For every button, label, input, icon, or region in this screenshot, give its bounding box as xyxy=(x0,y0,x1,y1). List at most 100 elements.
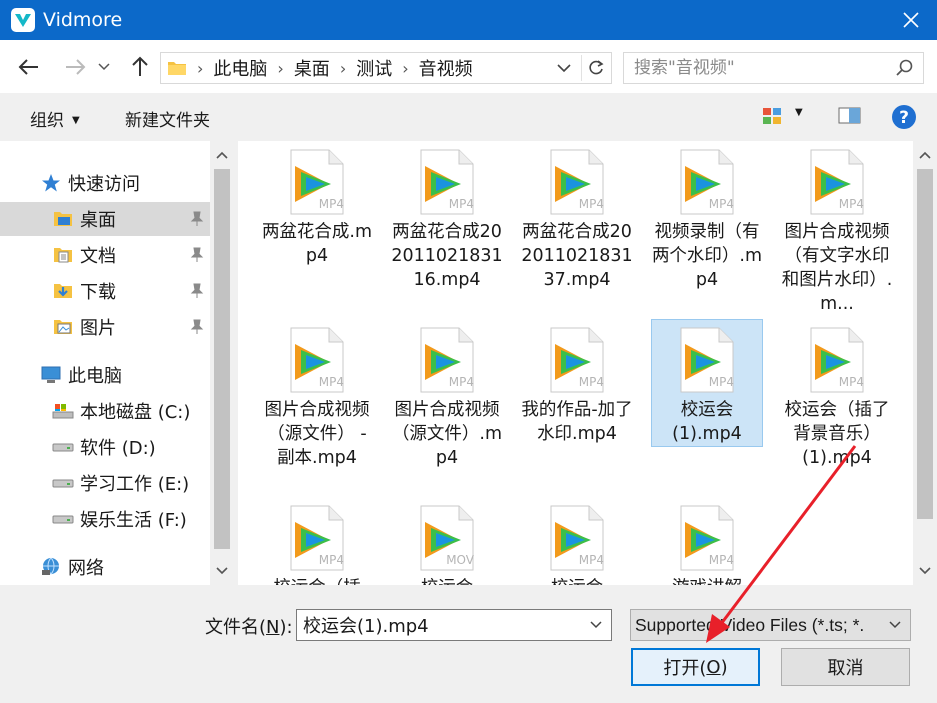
chevron-down-icon xyxy=(98,63,110,71)
file-type-select[interactable]: Supported Video Files (*.ts; *. xyxy=(630,609,911,641)
video-file-icon: MP4 xyxy=(677,504,737,572)
filename-value: 校运会(1).mp4 xyxy=(303,616,429,637)
file-name: 我的作品-加了水印.mp4 xyxy=(521,400,633,444)
cancel-label: 取消 xyxy=(827,658,864,679)
nav-drive-e[interactable]: 学习工作 (E:) xyxy=(0,466,210,500)
network-icon xyxy=(40,557,62,577)
file-name: 游戏讲解 xyxy=(651,576,763,585)
nav-drive-f[interactable]: 娱乐生活 (F:) xyxy=(0,502,210,536)
preview-pane-icon xyxy=(838,107,861,124)
change-view-button[interactable] xyxy=(762,106,784,130)
chevron-down-icon[interactable] xyxy=(585,614,607,636)
nav-desktop[interactable]: 桌面 xyxy=(0,202,210,236)
crumb-test[interactable]: 测试 xyxy=(356,55,392,81)
refresh-button[interactable] xyxy=(581,55,609,81)
view-tiles-icon xyxy=(763,108,781,124)
downloads-folder-icon xyxy=(52,281,74,301)
file-item[interactable]: MP4 图片合成视频（有文字水印和图片水印）.m... xyxy=(781,144,893,316)
nav-drive-d[interactable]: 软件 (D:) xyxy=(0,430,210,464)
file-type-badge: MP4 xyxy=(708,197,734,211)
nav-scrollbar[interactable] xyxy=(210,141,234,585)
file-item[interactable]: MP4 图片合成视频（源文件） - 副本.mp4 xyxy=(261,322,373,470)
open-label-end: ) xyxy=(720,656,728,678)
scrollbar-thumb[interactable] xyxy=(917,169,933,519)
scroll-down-icon[interactable] xyxy=(913,560,937,582)
open-button[interactable]: 打开(O) xyxy=(631,648,760,686)
navigation-pane: 快速访问 桌面 文档 下载 图片 此电脑 本地磁盘 (C:) 软件 (D:) 学… xyxy=(0,141,234,585)
file-name: 图片合成视频（源文件） - 副本.mp4 xyxy=(264,400,370,468)
nav-drive-c[interactable]: 本地磁盘 (C:) xyxy=(0,394,210,428)
file-name: 两盆花合成20201102183137.mp4 xyxy=(521,222,633,290)
desktop-folder-icon xyxy=(52,209,74,229)
file-item[interactable]: MP4 我的作品-加了水印.mp4 xyxy=(521,322,633,446)
help-button[interactable]: ? xyxy=(891,104,917,134)
search-box[interactable] xyxy=(623,52,924,84)
drive-icon xyxy=(52,473,74,493)
filename-field[interactable]: 校运会(1).mp4 xyxy=(296,609,612,641)
file-item[interactable]: MP4 图片合成视频（源文件）.mp4 xyxy=(391,322,503,470)
file-item[interactable]: MOV 校运会 xyxy=(391,500,503,585)
address-history-button[interactable] xyxy=(551,55,577,81)
file-item[interactable]: MP4 校运会（插了背景音乐）(1).mp4 xyxy=(781,322,893,470)
file-item-selected[interactable]: MP4 校运会(1).mp4 xyxy=(651,319,763,447)
nav-this-pc[interactable]: 此电脑 xyxy=(0,358,210,392)
crumb-audio-video[interactable]: 音视频 xyxy=(419,55,473,81)
scroll-up-icon[interactable] xyxy=(913,144,937,166)
file-type-badge: MP4 xyxy=(708,375,734,389)
file-item[interactable]: MP4 两盆花合成20201102183116.mp4 xyxy=(391,144,503,292)
file-item[interactable]: MP4 校运会（插 xyxy=(261,500,373,585)
filename-label: 文件名(N): xyxy=(205,613,293,639)
preview-pane-button[interactable] xyxy=(838,106,862,130)
file-name: 视频录制（有两个水印）.mp4 xyxy=(651,222,763,290)
scroll-down-icon[interactable] xyxy=(210,560,234,582)
scrollbar-thumb[interactable] xyxy=(214,169,230,549)
nav-documents[interactable]: 文档 xyxy=(0,238,210,272)
file-list-scrollbar[interactable] xyxy=(913,141,937,585)
scroll-up-icon[interactable] xyxy=(210,144,234,166)
address-bar[interactable]: › 此电脑 › 桌面 › 测试 › 音视频 xyxy=(160,52,612,84)
nav-label: 图片 xyxy=(80,318,116,339)
file-item[interactable]: MP4 两盆花合成20201102183137.mp4 xyxy=(521,144,633,292)
close-icon xyxy=(903,12,919,28)
nav-label: 娱乐生活 (F:) xyxy=(80,510,187,531)
video-file-icon: MP4 xyxy=(417,148,477,216)
nav-downloads[interactable]: 下载 xyxy=(0,274,210,308)
chevron-down-icon xyxy=(557,63,571,72)
documents-folder-icon xyxy=(52,245,74,265)
file-type-badge: MP4 xyxy=(318,375,344,389)
crumb-separator: › xyxy=(339,58,347,78)
pictures-folder-icon xyxy=(52,317,74,337)
nav-label: 下载 xyxy=(80,282,116,303)
drive-icon xyxy=(52,509,74,529)
nav-label: 学习工作 (E:) xyxy=(80,474,190,495)
nav-network[interactable]: 网络 xyxy=(0,550,210,584)
search-input[interactable] xyxy=(624,58,884,78)
file-item[interactable]: MP4 视频录制（有两个水印）.mp4 xyxy=(651,144,763,292)
file-type-badge: MP4 xyxy=(318,197,344,211)
video-file-icon: MP4 xyxy=(287,326,347,394)
file-item[interactable]: MP4 游戏讲解 xyxy=(651,500,763,585)
chevron-down-icon[interactable] xyxy=(884,614,906,636)
new-folder-button[interactable]: 新建文件夹 xyxy=(125,106,210,131)
recent-locations-button[interactable] xyxy=(94,52,114,82)
crumb-desktop[interactable]: 桌面 xyxy=(294,55,330,81)
up-button[interactable] xyxy=(125,52,155,82)
crumb-this-pc[interactable]: 此电脑 xyxy=(213,55,267,81)
back-button[interactable] xyxy=(14,52,44,82)
open-accesskey: O xyxy=(706,656,721,678)
file-name: 校运会（插了背景音乐）(1).mp4 xyxy=(784,400,890,468)
file-name: 图片合成视频（源文件）.mp4 xyxy=(391,400,503,468)
file-item[interactable]: MP4 校运会 xyxy=(521,500,633,585)
close-button[interactable] xyxy=(897,6,925,34)
file-item[interactable]: MP4 两盆花合成.mp4 xyxy=(261,144,373,268)
view-options-caret-icon[interactable]: ▼ xyxy=(795,107,803,118)
address-row: › 此电脑 › 桌面 › 测试 › 音视频 xyxy=(0,40,937,93)
svg-text:?: ? xyxy=(899,108,909,128)
cancel-button[interactable]: 取消 xyxy=(781,648,910,686)
nav-pictures[interactable]: 图片 xyxy=(0,310,210,344)
video-file-icon: MOV xyxy=(417,504,477,572)
nav-quick-access[interactable]: 快速访问 xyxy=(0,166,210,200)
title-bar: Vidmore xyxy=(0,0,937,40)
organize-button[interactable]: 组织 ▼ xyxy=(30,106,80,131)
forward-button[interactable] xyxy=(60,52,90,82)
